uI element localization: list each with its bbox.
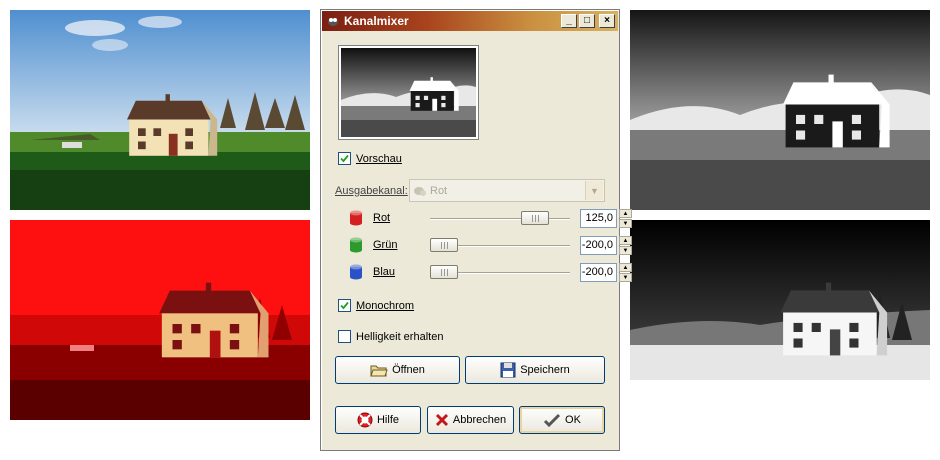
minimize-button[interactable]: _: [561, 14, 577, 28]
gimp-icon: [328, 18, 338, 26]
maximize-button[interactable]: □: [579, 14, 595, 28]
monochrome-checkbox-row[interactable]: Monochrom: [338, 299, 414, 312]
channel-color-icon: [350, 264, 362, 280]
original-color-photo: [10, 10, 310, 210]
folder-icon: [370, 363, 388, 377]
channel-label: Grün: [373, 239, 398, 251]
maximize-icon: □: [583, 15, 591, 26]
preview-image: [338, 45, 479, 140]
monochrome-checkbox[interactable]: [338, 299, 351, 312]
preview-checkbox-label: Vorschau: [356, 152, 402, 165]
spin-buttons[interactable]: ▲ ▼: [619, 209, 632, 228]
output-channel-select[interactable]: Rot ▼: [409, 179, 605, 202]
dialog-title: Kanalmixer: [344, 14, 409, 28]
channel-mixer-dialog: Kanalmixer _ □ × Vorschau Ausgabekanal: …: [320, 9, 632, 451]
channel-value-input[interactable]: -200,0: [580, 236, 617, 255]
checkmark-icon: [340, 154, 349, 163]
slider-thumb[interactable]: [430, 265, 458, 279]
close-icon: ×: [604, 15, 610, 26]
channel-value-input[interactable]: 125,0: [580, 209, 617, 228]
channel-color-icon: [350, 210, 362, 226]
spin-buttons[interactable]: ▲ ▼: [619, 236, 632, 255]
channel-color-icon: [350, 237, 362, 253]
preserve-luminosity-label: Helligkeit erhalten: [356, 330, 444, 343]
slider-track[interactable]: [430, 218, 570, 220]
save-button[interactable]: Speichern: [465, 356, 605, 384]
help-button[interactable]: Hilfe: [335, 406, 421, 434]
red-channel-photo: [10, 220, 310, 420]
ok-button-label: OK: [565, 414, 581, 426]
spin-down-icon[interactable]: ▼: [619, 246, 632, 255]
spin-down-icon[interactable]: ▼: [619, 273, 632, 282]
cancel-button-label: Abbrechen: [452, 414, 507, 426]
open-button[interactable]: Öffnen: [335, 356, 460, 384]
save-button-label: Speichern: [520, 364, 570, 376]
checkmark-icon: [340, 301, 349, 310]
spin-up-icon[interactable]: ▲: [619, 236, 632, 245]
channel-label: Rot: [373, 212, 391, 224]
chevron-down-icon[interactable]: ▼: [585, 181, 603, 200]
channel-icon: [414, 186, 426, 196]
channel-slider-row: Rot 125,0 ▲ ▼: [347, 209, 632, 229]
ok-button[interactable]: OK: [519, 406, 605, 434]
spin-down-icon[interactable]: ▼: [619, 219, 632, 228]
preview-checkbox-row[interactable]: Vorschau: [338, 152, 402, 165]
x-cross-icon: [435, 413, 449, 427]
preserve-luminosity-checkbox[interactable]: [338, 330, 351, 343]
slider-thumb[interactable]: [430, 238, 458, 252]
check-icon: [543, 412, 561, 428]
monochrome-mix-photo-1: [630, 10, 930, 210]
minimize-icon: _: [566, 15, 572, 26]
monochrome-checkbox-label: Monochrom: [356, 299, 415, 312]
monochrome-mix-photo-2: [630, 220, 930, 420]
channel-label: Blau: [373, 266, 396, 278]
lifebuoy-icon: [357, 412, 373, 428]
cancel-button[interactable]: Abbrechen: [427, 406, 514, 434]
close-button[interactable]: ×: [599, 14, 615, 28]
spin-up-icon[interactable]: ▲: [619, 209, 632, 218]
output-channel-value: Rot: [430, 184, 448, 197]
title-bar[interactable]: Kanalmixer _ □ ×: [322, 11, 618, 31]
channel-slider-row: Blau -200,0 ▲ ▼: [347, 263, 632, 283]
preview-checkbox[interactable]: [338, 152, 351, 165]
channel-slider-row: Grün -200,0 ▲ ▼: [347, 236, 632, 256]
help-button-label: Hilfe: [376, 414, 399, 426]
open-button-label: Öffnen: [392, 364, 425, 376]
preserve-luminosity-checkbox-row[interactable]: Helligkeit erhalten: [338, 330, 443, 343]
slider-thumb[interactable]: [521, 211, 549, 225]
floppy-disk-icon: [500, 362, 516, 378]
spin-up-icon[interactable]: ▲: [619, 263, 632, 272]
output-channel-label: Ausgabekanal:: [335, 185, 408, 197]
spin-buttons[interactable]: ▲ ▼: [619, 263, 632, 282]
channel-value-input[interactable]: -200,0: [580, 263, 617, 282]
